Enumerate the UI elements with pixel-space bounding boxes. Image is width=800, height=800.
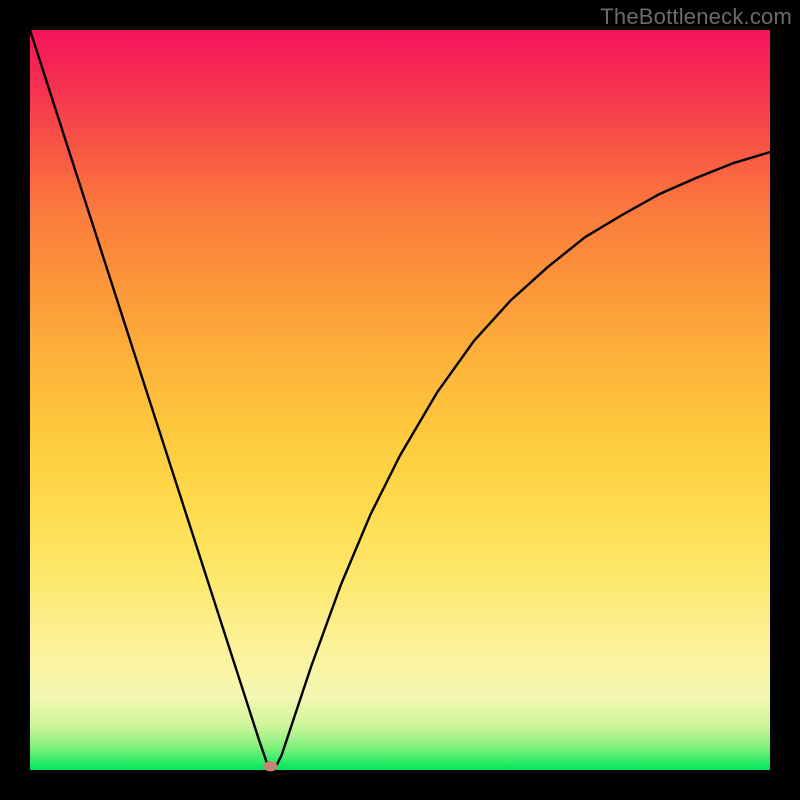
chart-container: TheBottleneck.com	[0, 0, 800, 800]
curve-path	[30, 30, 770, 770]
min-marker	[264, 761, 278, 771]
curve-layer	[30, 30, 770, 770]
watermark-label: TheBottleneck.com	[600, 4, 792, 30]
